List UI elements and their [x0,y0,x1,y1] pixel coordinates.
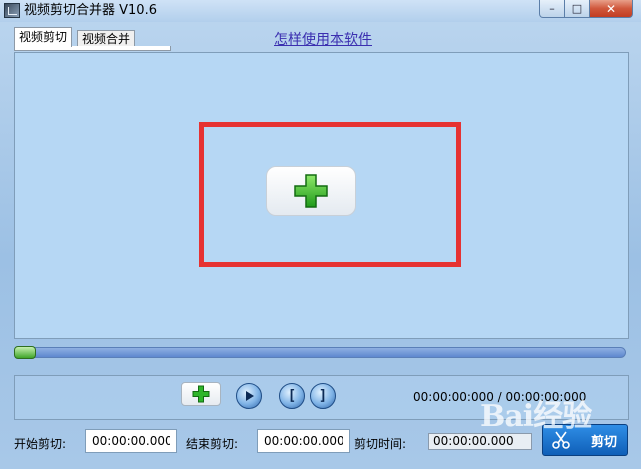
close-button[interactable]: ✕ [590,0,633,18]
window-title: 视频剪切合并器 V10.6 [24,3,157,18]
set-end-button[interactable]: ] [310,383,336,409]
help-link[interactable]: 怎样使用本软件 [274,31,372,49]
start-cut-input[interactable] [85,429,177,453]
cut-duration-value: 00:00:00.000 [428,433,532,450]
play-icon [246,391,254,401]
progress-track[interactable] [14,347,626,358]
tab-video-merge[interactable]: 视频合并 [77,30,136,47]
add-video-button[interactable] [266,166,356,216]
end-cut-label: 结束剪切: [186,437,239,451]
tab-video-cut[interactable]: 视频剪切 [14,27,73,47]
play-button[interactable] [236,383,262,409]
progress-handle[interactable] [14,346,36,359]
green-plus-icon [192,385,210,403]
cut-duration-label: 剪切时间: [354,437,407,451]
bracket-right-icon: ] [318,388,328,404]
window-controls: – □ ✕ [539,0,633,18]
set-start-button[interactable]: [ [279,383,305,409]
minimize-button[interactable]: – [539,0,565,18]
title-bar: 视频剪切合并器 V10.6 – □ ✕ [0,0,641,22]
green-plus-icon [294,174,328,208]
add-file-button[interactable] [181,382,221,406]
end-cut-input[interactable] [257,429,350,453]
bracket-left-icon: [ [287,388,297,404]
start-cut-label: 开始剪切: [14,437,67,451]
maximize-button[interactable]: □ [565,0,590,18]
watermark: Bai经验 [480,399,592,434]
app-icon [4,3,20,18]
cut-button-label: 剪切 [590,434,617,450]
